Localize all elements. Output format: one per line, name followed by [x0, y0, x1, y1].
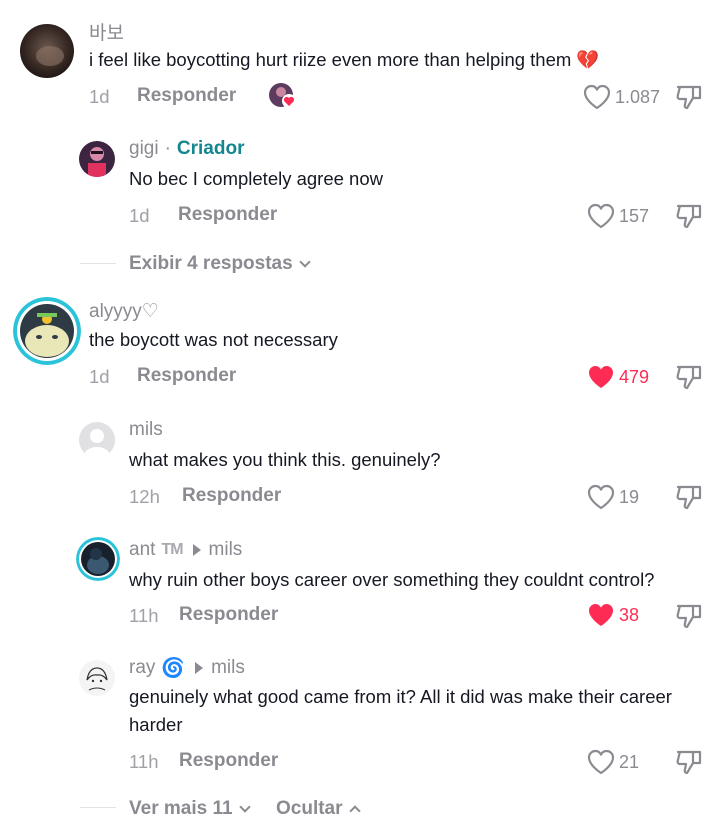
reply-mils: mils what makes you think this. genuinel… [0, 408, 720, 528]
reply-button[interactable]: Responder [179, 604, 278, 626]
thumbs-down-icon[interactable] [675, 363, 703, 391]
chevron-down-icon [299, 256, 311, 268]
like-button[interactable]: 38 [587, 602, 639, 628]
avatar[interactable] [76, 537, 120, 581]
comment-time: 11h [129, 751, 159, 772]
avatar[interactable] [79, 141, 115, 177]
comment-babo: 바보 i feel like boycotting hurt riize eve… [0, 0, 720, 120]
see-more-replies-button[interactable]: Ver mais 11 [129, 798, 251, 816]
hide-replies-button[interactable]: Ocultar [276, 798, 361, 816]
reply-button[interactable]: Responder [182, 485, 281, 507]
avatar[interactable] [13, 297, 81, 365]
reply-button[interactable]: Responder [137, 365, 236, 387]
reply-arrow-icon [195, 662, 204, 674]
heart-outline-icon [587, 749, 615, 775]
comment-text: why ruin other boys career over somethin… [129, 569, 655, 590]
comment-username[interactable]: 바보 [89, 18, 124, 45]
like-count: 157 [619, 205, 650, 226]
comment-text: i feel like boycotting hurt riize even m… [89, 49, 600, 70]
heart-outline-icon [583, 84, 611, 110]
like-count: 21 [619, 751, 640, 772]
comment-username[interactable]: gigi · Criador [129, 138, 244, 160]
comment-text: No bec I completely agree now [129, 168, 383, 189]
like-button[interactable]: 479 [587, 364, 649, 390]
like-button[interactable]: 21 [587, 749, 639, 775]
avatar[interactable] [79, 422, 115, 458]
reply-ant: ant TM mils why ruin other boys career o… [0, 528, 720, 648]
comment-username[interactable]: ray 🌀 mils [129, 656, 245, 680]
like-button[interactable]: 157 [587, 203, 649, 229]
reply-ray: ray 🌀 mils genuinely what good came from… [0, 648, 720, 788]
heart-outline-icon [587, 484, 615, 510]
like-count: 1.087 [615, 86, 661, 107]
reply-button[interactable]: Responder [178, 204, 277, 226]
thumbs-down-icon[interactable] [675, 602, 703, 630]
comment-time: 12h [129, 486, 160, 507]
reply-to-username[interactable]: mils [211, 657, 245, 679]
comment-username[interactable]: alyyyy♡ [89, 300, 159, 323]
reply-button[interactable]: Responder [137, 85, 236, 107]
like-button[interactable]: 1.087 [583, 84, 660, 110]
chevron-down-icon [238, 801, 251, 813]
thumbs-down-icon[interactable] [675, 483, 703, 511]
tm-badge: TM [161, 541, 183, 558]
reply-gigi: gigi · Criador No bec I completely agree… [0, 120, 720, 250]
swirl-badge: 🌀 [161, 658, 186, 679]
heart-filled-icon [589, 604, 613, 626]
comment-username[interactable]: mils [129, 419, 163, 441]
heart-outline-icon [587, 203, 615, 229]
comment-text: the boycott was not necessary [89, 329, 338, 350]
heart-filled-icon [589, 366, 613, 388]
chevron-up-icon [348, 805, 361, 816]
avatar[interactable] [20, 24, 74, 78]
comment-time: 1d [89, 86, 110, 107]
comment-alyyyy: alyyyy♡ the boycott was not necessary 1d… [0, 288, 720, 408]
comment-time: 1d [89, 366, 110, 387]
avatar[interactable] [79, 660, 115, 696]
reply-to-username[interactable]: mils [209, 539, 243, 561]
comment-text: genuinely what good came from it? All it… [129, 686, 672, 735]
comment-time: 11h [129, 605, 159, 626]
comment-text: what makes you think this. genuinely? [129, 449, 441, 470]
comment-username[interactable]: ant TM mils [129, 539, 242, 561]
like-button[interactable]: 19 [587, 484, 639, 510]
thread-divider [80, 263, 116, 264]
creator-liked-avatar [269, 83, 296, 109]
creator-badge: Criador [176, 138, 245, 159]
like-count: 19 [619, 486, 640, 507]
thumbs-down-icon[interactable] [675, 83, 703, 111]
reply-button[interactable]: Responder [179, 750, 278, 772]
view-replies-button[interactable]: Exibir 4 respostas [129, 253, 311, 275]
like-count: 38 [619, 604, 640, 625]
thumbs-down-icon[interactable] [675, 202, 703, 230]
comment-time: 1d [129, 205, 150, 226]
like-count: 479 [619, 366, 650, 387]
reply-arrow-icon [192, 544, 201, 556]
thumbs-down-icon[interactable] [675, 748, 703, 776]
thread-divider [80, 807, 116, 808]
